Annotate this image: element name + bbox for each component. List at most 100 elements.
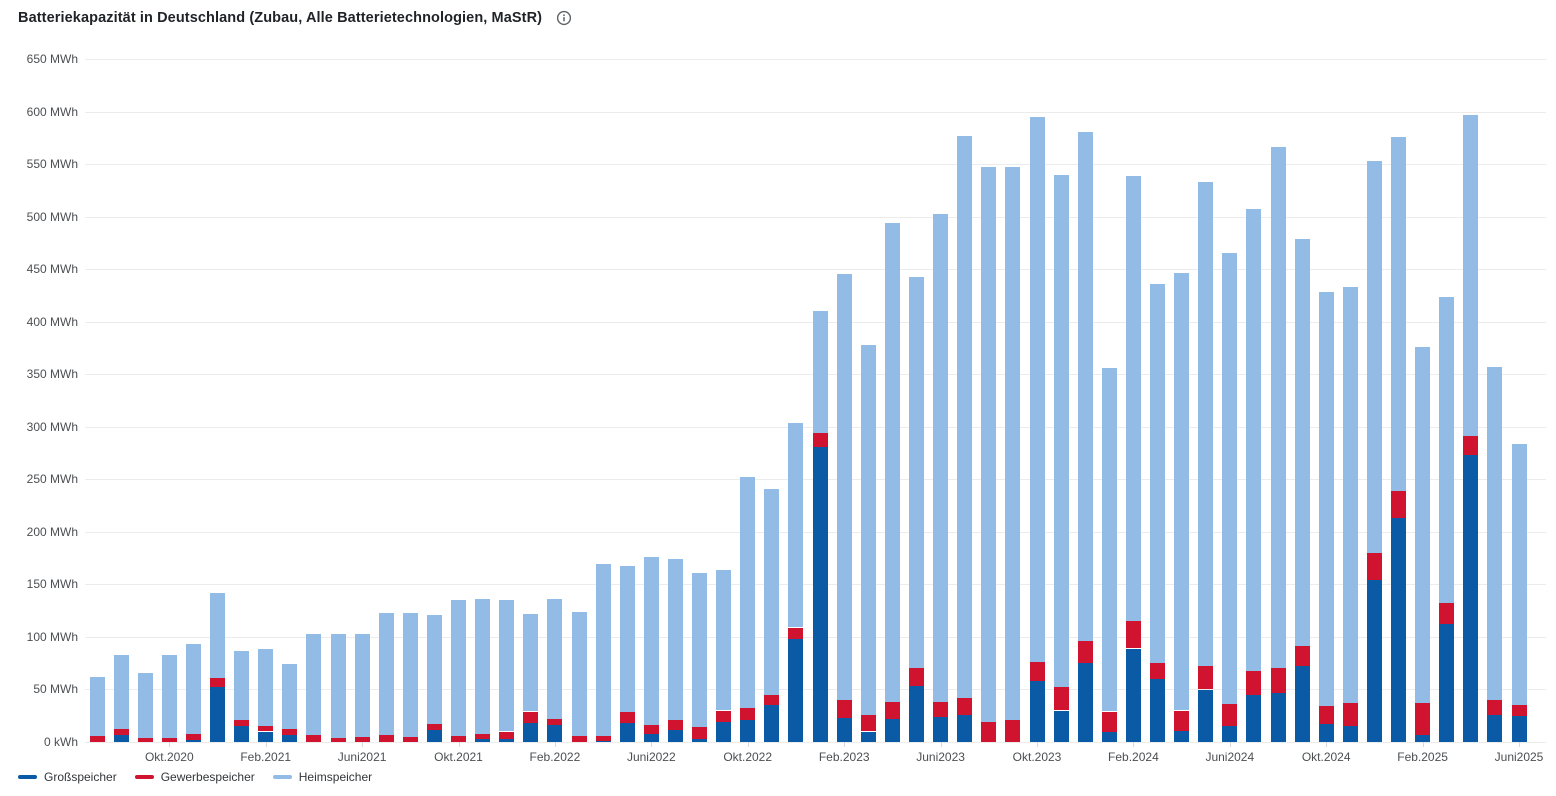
bar-Aug.2023[interactable]	[981, 167, 996, 742]
x-axis-tick	[169, 742, 170, 747]
bar-Nov.2023[interactable]	[1054, 175, 1069, 742]
x-axis-label: Feb.2025	[1397, 750, 1448, 764]
bar-Dez.2022[interactable]	[788, 423, 803, 742]
bar-Mai2023[interactable]	[909, 277, 924, 743]
bar-Juli2022[interactable]	[668, 559, 683, 742]
bar-Nov.2022[interactable]	[764, 489, 779, 742]
bar-Okt.2021[interactable]	[451, 600, 466, 742]
bar-Nov.2020[interactable]	[186, 644, 201, 742]
bar-Juli2023[interactable]	[957, 136, 972, 742]
legend-label-heimspeicher: Heimspeicher	[299, 770, 372, 784]
bar-Okt.2023[interactable]	[1030, 117, 1045, 742]
bar-Sep.2021[interactable]	[427, 615, 442, 742]
y-axis-label: 150 MWh	[18, 577, 78, 591]
y-axis-label: 650 MWh	[18, 52, 78, 66]
x-axis-tick	[748, 742, 749, 747]
x-axis-label: Juni2025	[1495, 750, 1544, 764]
bar-Juni2021[interactable]	[355, 634, 370, 742]
bar-Mai2021[interactable]	[331, 634, 346, 742]
bar-Juni2024[interactable]	[1222, 253, 1237, 742]
y-axis-label: 600 MWh	[18, 105, 78, 119]
bar-Sep.2020[interactable]	[138, 673, 153, 742]
bar-Sep.2023[interactable]	[1005, 167, 1020, 742]
bar-Okt.2022[interactable]	[740, 477, 755, 742]
bar-Nov.2021[interactable]	[475, 599, 490, 742]
bar-Jan.2024[interactable]	[1102, 368, 1117, 742]
chart-title: Batteriekapazität in Deutschland (Zubau,…	[18, 10, 542, 26]
bar-Juni2025[interactable]	[1512, 444, 1527, 742]
bar-Mai2025[interactable]	[1487, 367, 1502, 742]
gridline-550	[85, 164, 1546, 165]
bar-Jan.2025[interactable]	[1391, 137, 1406, 742]
bar-Aug.2021[interactable]	[403, 613, 418, 742]
bar-Apr.2023[interactable]	[885, 223, 900, 742]
bar-Nov.2024[interactable]	[1343, 287, 1358, 742]
bar-Juli2021[interactable]	[379, 613, 394, 742]
bar-Feb.2024[interactable]	[1126, 176, 1141, 742]
x-axis-label: Feb.2021	[240, 750, 291, 764]
bar-Apr.2021[interactable]	[306, 634, 321, 742]
bar-Dez.2024[interactable]	[1367, 161, 1382, 742]
y-axis-label: 350 MWh	[18, 367, 78, 381]
bar-Mär.2024[interactable]	[1150, 284, 1165, 742]
bar-Mai2022[interactable]	[620, 566, 635, 743]
bar-Jan.2021[interactable]	[234, 651, 249, 742]
bar-Dez.2020[interactable]	[210, 593, 225, 742]
bar-Mär.2022[interactable]	[572, 612, 587, 742]
legend-item-gewerbespeicher[interactable]: Gewerbespeicher	[135, 770, 255, 784]
x-axis-tick	[651, 742, 652, 747]
bar-Juli2024[interactable]	[1246, 209, 1261, 742]
y-axis-label: 300 MWh	[18, 420, 78, 434]
grossspeicher-swatch	[18, 775, 37, 779]
x-axis-label: Juni2024	[1205, 750, 1254, 764]
bar-Sep.2022[interactable]	[716, 570, 731, 742]
bar-Okt.2024[interactable]	[1319, 292, 1334, 742]
bar-Mär.2023[interactable]	[861, 345, 876, 742]
y-axis-label: 100 MWh	[18, 630, 78, 644]
bar-Aug.2022[interactable]	[692, 573, 707, 742]
bar-Apr.2022[interactable]	[596, 564, 611, 742]
x-axis-tick	[1423, 742, 1424, 747]
bar-Dez.2023[interactable]	[1078, 132, 1093, 743]
y-axis-label: 500 MWh	[18, 210, 78, 224]
info-icon[interactable]	[556, 10, 572, 26]
y-axis-label: 250 MWh	[18, 472, 78, 486]
x-axis-tick	[266, 742, 267, 747]
bar-Aug.2024[interactable]	[1271, 147, 1286, 742]
bar-Mär.2021[interactable]	[282, 664, 297, 742]
bar-Apr.2025[interactable]	[1463, 115, 1478, 742]
x-axis-tick	[941, 742, 942, 747]
x-axis-tick	[362, 742, 363, 747]
bar-Okt.2020[interactable]	[162, 655, 177, 742]
legend-label-gewerbespeicher: Gewerbespeicher	[161, 770, 255, 784]
legend-label-grossspeicher: Großspeicher	[44, 770, 117, 784]
heimspeicher-swatch	[273, 775, 292, 779]
x-axis-label: Juni2023	[916, 750, 965, 764]
bar-Feb.2025[interactable]	[1415, 347, 1430, 742]
bar-Dez.2021[interactable]	[499, 600, 514, 742]
x-axis-tick	[844, 742, 845, 747]
gridline-450	[85, 269, 1546, 270]
x-axis-tick	[1037, 742, 1038, 747]
gridline-500	[85, 217, 1546, 218]
y-axis-label: 550 MWh	[18, 157, 78, 171]
x-axis-label: Feb.2023	[819, 750, 870, 764]
bar-Juni2023[interactable]	[933, 214, 948, 743]
bar-Juni2022[interactable]	[644, 557, 659, 742]
bar-Aug.2020[interactable]	[114, 655, 129, 742]
bar-Mär.2025[interactable]	[1439, 297, 1454, 743]
legend-item-grossspeicher[interactable]: Großspeicher	[18, 770, 117, 784]
bar-Feb.2022[interactable]	[547, 599, 562, 742]
y-axis-label: 0 kWh	[18, 735, 78, 749]
bar-Jan.2023[interactable]	[813, 311, 828, 742]
bar-Apr.2024[interactable]	[1174, 273, 1189, 742]
x-axis-label: Feb.2024	[1108, 750, 1159, 764]
legend-item-heimspeicher[interactable]: Heimspeicher	[273, 770, 372, 784]
bar-Sep.2024[interactable]	[1295, 239, 1310, 742]
x-axis-label: Feb.2022	[530, 750, 581, 764]
bar-Jan.2022[interactable]	[523, 614, 538, 742]
bar-Juli2020[interactable]	[90, 677, 105, 742]
bar-Mai2024[interactable]	[1198, 182, 1213, 742]
bar-Feb.2021[interactable]	[258, 649, 273, 743]
bar-Feb.2023[interactable]	[837, 274, 852, 742]
